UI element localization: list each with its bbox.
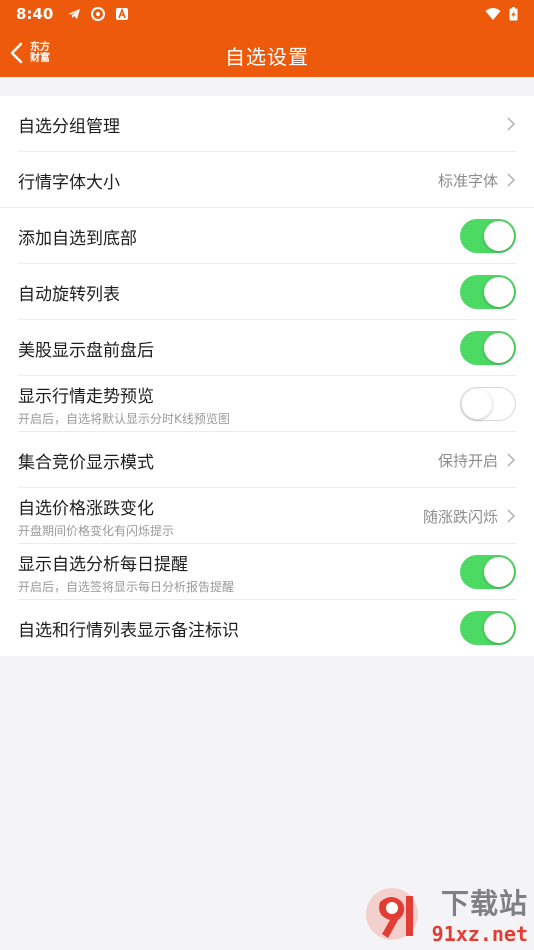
telegram-icon [68,9,81,19]
toggle-knob [462,388,492,419]
title-bar: 东方 财富 自选设置 [0,28,534,77]
toggle-switch[interactable] [460,387,516,421]
toggle-switch[interactable] [460,555,516,589]
settings-row[interactable]: 自选和行情列表显示备注标识 [0,600,534,656]
toggle-switch[interactable] [460,219,516,253]
settings-row[interactable]: 行情字体大小 标准字体 [0,152,534,208]
wifi-icon [485,8,501,20]
settings-description: 开盘期间价格变化有闪烁提示 [18,523,175,538]
battery-icon [509,7,518,21]
toggle-knob [484,277,514,307]
settings-row[interactable]: 显示自选分析每日提醒开启后，自选签将显示每日分析报告提醒 [0,544,534,600]
watermark: 下载站 91xz.net [362,882,528,946]
settings-label: 自选分组管理 [18,116,120,137]
settings-value: 标准字体 [437,171,498,190]
site-logo-icon [365,888,418,940]
settings-description: 开启后，自选签将显示每日分析报告提醒 [18,579,235,594]
chevron-right-icon [507,509,516,523]
page-title: 自选设置 [225,45,309,69]
toggle-knob [484,613,514,643]
settings-label: 添加自选到底部 [18,228,137,249]
settings-row[interactable]: 显示行情走势预览开启后，自选将默认显示分时K线预览图 [0,376,534,432]
settings-row[interactable]: 自选分组管理 [0,96,534,152]
settings-row[interactable]: 自动旋转列表 [0,264,534,320]
settings-value: 随涨跌闪烁 [422,507,498,526]
toggle-switch[interactable] [460,331,516,365]
settings-row[interactable]: 集合竞价显示模式 保持开启 [0,432,534,488]
status-time: 8:40 [16,5,54,23]
settings-label: 自选和行情列表显示备注标识 [18,620,239,641]
settings-label: 显示自选分析每日提醒 [18,554,188,575]
toggle-switch[interactable] [460,275,516,309]
settings-label: 自动旋转列表 [18,284,120,305]
toggle-knob [484,557,514,587]
chevron-right-icon [507,173,516,187]
settings-list: 自选分组管理 行情字体大小 标准字体 添加自选到底部 自动旋转列表 美股显示盘前盘后 显示行… [0,96,534,656]
chevron-right-icon [507,453,516,467]
settings-row[interactable]: 添加自选到底部 [0,208,534,264]
settings-label: 自选价格涨跌变化 [18,498,154,519]
settings-row[interactable]: 自选价格涨跌变化开盘期间价格变化有闪烁提示 随涨跌闪烁 [0,488,534,544]
status-bar: 8:40 [0,0,534,28]
a-box-icon [116,7,129,20]
watermark-url: 91xz.net [431,922,528,946]
toggle-knob [484,221,514,251]
settings-label: 显示行情走势预览 [18,386,154,407]
chevron-right-icon [507,117,516,131]
watermark-title: 下载站 [440,887,528,920]
toggle-switch[interactable] [460,611,516,645]
aperture-icon [91,7,106,21]
settings-label: 行情字体大小 [18,172,120,193]
settings-label: 美股显示盘前盘后 [18,340,154,361]
settings-label: 集合竞价显示模式 [18,452,154,473]
settings-row[interactable]: 美股显示盘前盘后 [0,320,534,376]
toggle-knob [484,333,514,363]
settings-description: 开启后，自选将默认显示分时K线预览图 [18,411,230,426]
settings-value: 保持开启 [437,451,498,470]
